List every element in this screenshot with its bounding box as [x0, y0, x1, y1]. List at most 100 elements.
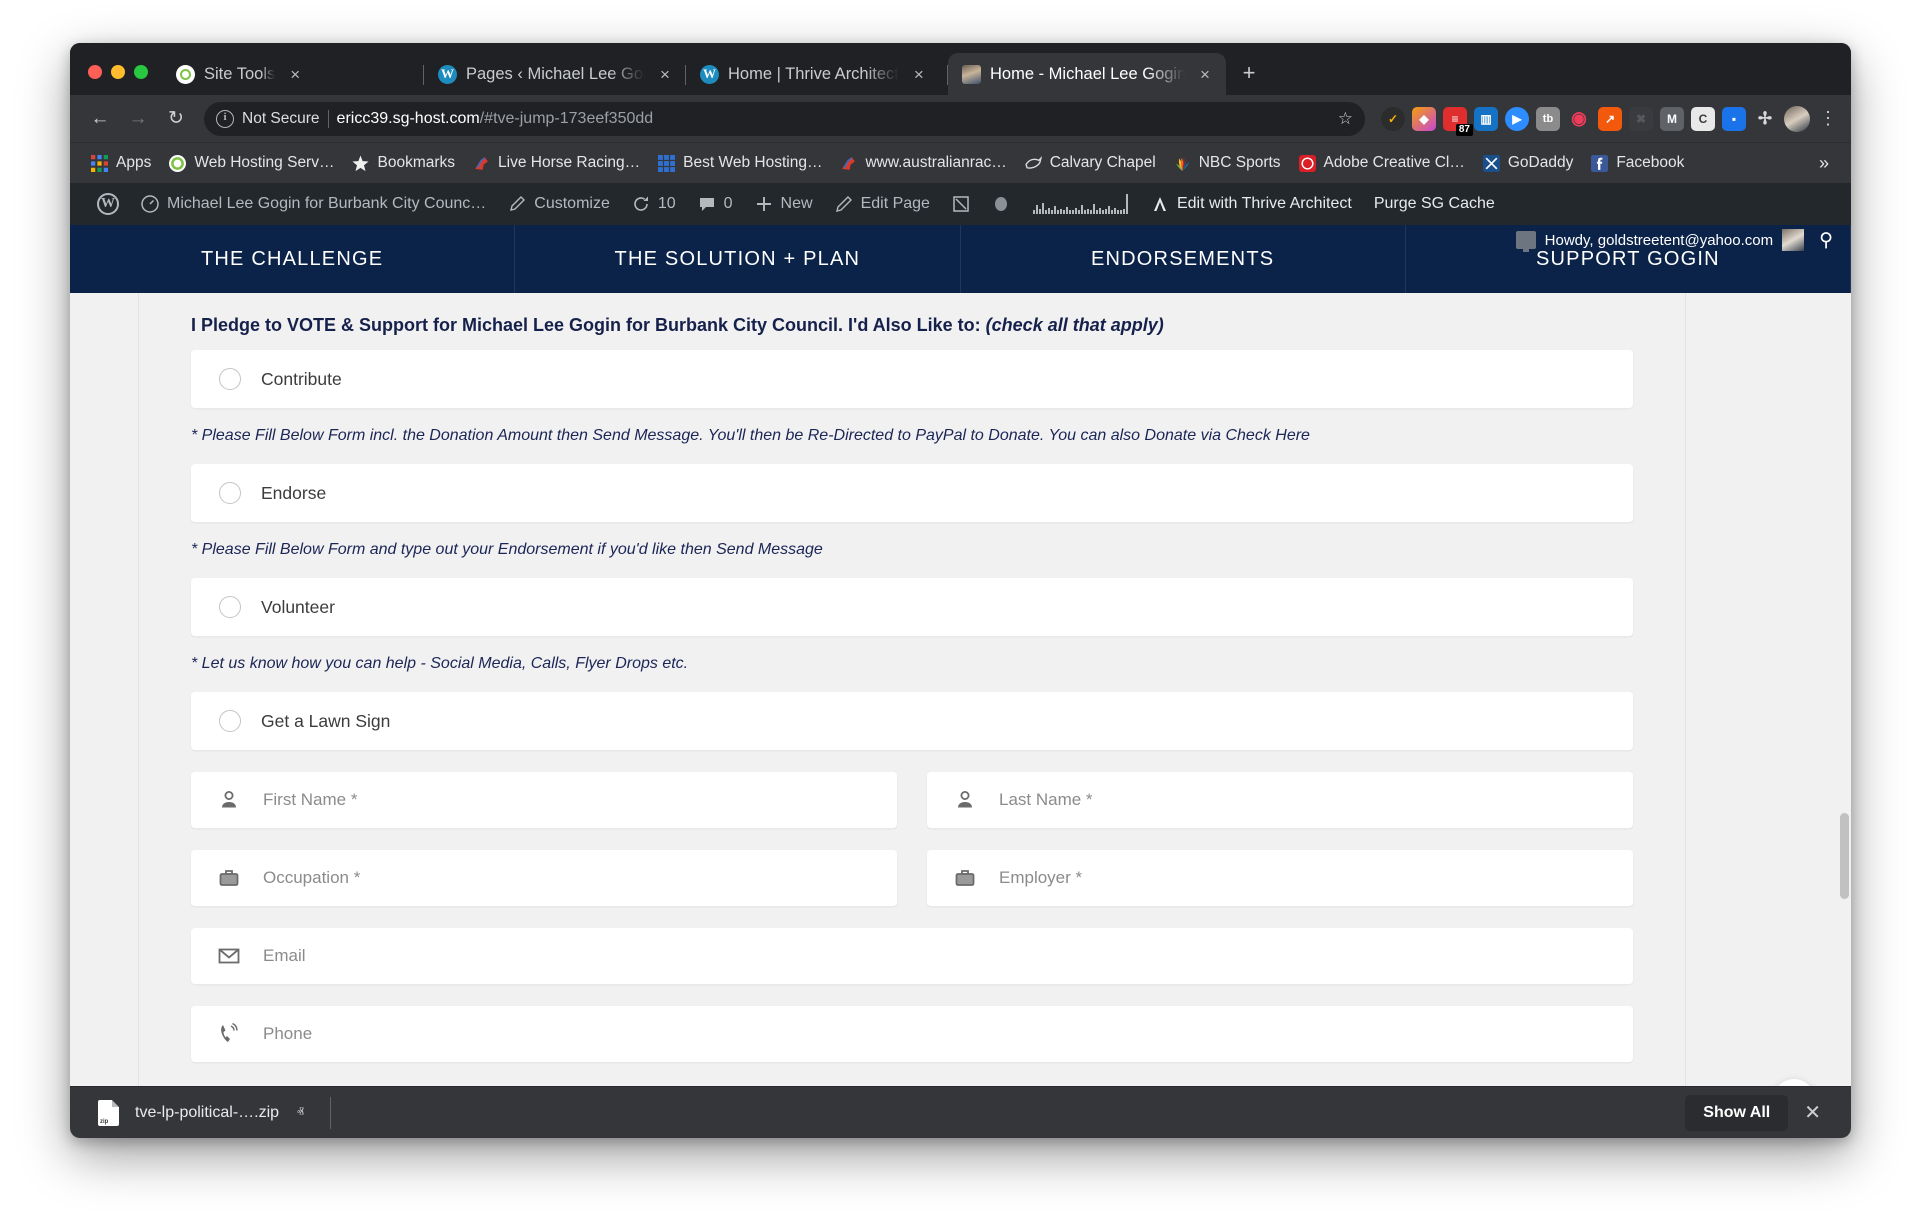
minimize-window-button[interactable] — [111, 65, 125, 79]
bookmark-calvary-chapel[interactable]: Calvary Chapel — [1016, 150, 1165, 176]
chrome-menu-icon[interactable]: ⋮ — [1817, 108, 1839, 129]
wp-new-menu[interactable]: New — [744, 195, 824, 213]
wp-site-name-menu[interactable]: Michael Lee Gogin for Burbank City Counc… — [130, 195, 497, 213]
bookmarks-bar: Apps Web Hosting Serv… Bookmarks Live Ho… — [70, 142, 1851, 183]
url-path: /#tve-jump-173eef350dd — [480, 110, 653, 127]
show-all-downloads-button[interactable]: Show All — [1685, 1095, 1788, 1131]
wp-customize-menu[interactable]: Customize — [497, 195, 621, 213]
close-icon[interactable]: × — [1194, 63, 1216, 85]
bookmark-australianracing[interactable]: www.australianrac… — [831, 150, 1015, 176]
bookmark-apps[interactable]: Apps — [82, 150, 160, 176]
bitly-icon[interactable]: ▪ — [1722, 107, 1746, 131]
apps-grid-icon — [91, 155, 108, 172]
radio-volunteer[interactable] — [219, 596, 241, 618]
employer-field[interactable]: Employer * — [927, 850, 1633, 906]
nav-item-the-solution-plan[interactable]: THE SOLUTION + PLAN — [515, 225, 960, 293]
tab-list: Site Tools × W Pages ‹ Michael Lee Gogin… — [162, 43, 1851, 95]
toolbox-icon[interactable]: tb — [1536, 107, 1560, 131]
yoast-icon — [952, 195, 970, 213]
close-icon[interactable]: ✕ — [1788, 1100, 1837, 1125]
tab-home-michael-lee-gogin[interactable]: Home - Michael Lee Gogin for … × — [948, 53, 1226, 95]
spiral-icon[interactable]: ◉ — [1567, 107, 1591, 131]
grammarly-icon[interactable]: ◆ — [1412, 107, 1436, 131]
gmail-icon[interactable]: M — [1660, 107, 1684, 131]
bookmark-nbc-sports[interactable]: NBC Sports — [1165, 150, 1290, 176]
wp-status-dot[interactable] — [981, 195, 1021, 213]
reload-button[interactable]: ↻ — [158, 101, 194, 137]
close-window-button[interactable] — [88, 65, 102, 79]
forward-button[interactable]: → — [120, 101, 156, 137]
first-name-field[interactable]: First Name * — [191, 772, 897, 828]
tab-title: Site Tools — [204, 65, 275, 84]
close-icon[interactable]: × — [654, 63, 676, 85]
wp-purge-cache-menu[interactable]: Purge SG Cache — [1363, 195, 1506, 213]
wp-updates-menu[interactable]: 10 — [621, 195, 687, 213]
bookmark-label: Best Web Hosting… — [683, 154, 822, 172]
option-row-contribute[interactable]: Contribute — [191, 350, 1633, 408]
download-divider — [330, 1097, 331, 1129]
new-tab-button[interactable]: + — [1232, 56, 1266, 90]
nav-item-endorsements[interactable]: ENDORSEMENTS — [961, 225, 1406, 293]
scrollbar-thumb[interactable] — [1840, 813, 1849, 899]
wp-edit-page-label: Edit Page — [861, 195, 930, 213]
tab-home-thrive-architect[interactable]: W Home | Thrive Architect × — [686, 53, 948, 95]
zoom-icon[interactable]: ▶ — [1505, 107, 1529, 131]
bookmark-godaddy[interactable]: GoDaddy — [1474, 150, 1582, 176]
wp-thrive-architect-menu[interactable]: Edit with Thrive Architect — [1140, 195, 1363, 213]
bookmark-web-hosting-services[interactable]: Web Hosting Serv… — [160, 150, 343, 176]
download-item[interactable]: tve-lp-political-….zip ⱏ — [84, 1094, 318, 1132]
info-icon[interactable]: i — [216, 110, 234, 128]
bookmark-facebook[interactable]: Facebook — [1582, 150, 1693, 176]
wunderlist-icon[interactable]: ≡87 — [1443, 107, 1467, 131]
bookmark-label: Bookmarks — [377, 154, 455, 172]
profile-avatar[interactable] — [1784, 106, 1810, 132]
wp-edit-page-menu[interactable]: Edit Page — [824, 195, 941, 213]
bookmark-adobe-creative-cloud[interactable]: Adobe Creative Cl… — [1290, 150, 1474, 176]
bookmark-label: www.australianrac… — [865, 154, 1006, 172]
back-button[interactable]: ← — [82, 101, 118, 137]
close-icon[interactable]: × — [284, 63, 306, 85]
email-field[interactable]: Email — [191, 928, 1633, 984]
bookmarks-overflow-icon[interactable]: » — [1809, 153, 1839, 174]
bookmark-live-horse-racing[interactable]: Live Horse Racing… — [464, 150, 649, 176]
last-name-field[interactable]: Last Name * — [927, 772, 1633, 828]
analytics-icon[interactable]: ↗ — [1598, 107, 1622, 131]
tab-strip: Site Tools × W Pages ‹ Michael Lee Gogin… — [70, 43, 1851, 95]
option-row-endorse[interactable]: Endorse — [191, 464, 1633, 522]
tab-pages-michael-lee-gogin[interactable]: W Pages ‹ Michael Lee Gogin for … × — [424, 53, 686, 95]
occupation-field[interactable]: Occupation * — [191, 850, 897, 906]
wp-comments-menu[interactable]: 0 — [687, 195, 744, 213]
bookmark-bookmarks[interactable]: Bookmarks — [343, 150, 464, 176]
bookmark-best-web-hosting[interactable]: Best Web Hosting… — [649, 150, 831, 176]
option-row-volunteer[interactable]: Volunteer — [191, 578, 1633, 636]
wp-yoast-menu[interactable] — [941, 195, 981, 213]
extensions-tray: ✓ ◆ ≡87 ▥ ▶ tb ◉ ↗ ✖ M C ▪ ✢ ⋮ — [1375, 106, 1839, 132]
disabled-icon[interactable]: ✖ — [1629, 107, 1653, 131]
wp-logo-menu[interactable]: W — [86, 193, 130, 215]
bookmark-star-icon[interactable]: ☆ — [1328, 109, 1353, 129]
howdy-label[interactable]: Howdy, goldstreetent@yahoo.com — [1545, 232, 1773, 249]
radio-contribute[interactable] — [219, 368, 241, 390]
wp-new-label: New — [781, 195, 813, 213]
radio-lawn-sign[interactable] — [219, 710, 241, 732]
extensions-puzzle-icon[interactable]: ✢ — [1753, 107, 1777, 131]
nav-item-the-challenge[interactable]: THE CHALLENGE — [70, 225, 515, 293]
thrive-logo-icon — [1151, 195, 1169, 213]
radio-endorse[interactable] — [219, 482, 241, 504]
download-shelf: tve-lp-political-….zip ⱏ Show All ✕ — [70, 1086, 1851, 1138]
todoist-icon[interactable]: ✓ — [1381, 107, 1405, 131]
tab-title: Pages ‹ Michael Lee Gogin for … — [466, 65, 645, 84]
search-icon[interactable]: ⚲ — [1813, 229, 1833, 252]
wp-purge-cache-label: Purge SG Cache — [1374, 195, 1495, 213]
chevron-up-icon[interactable]: ⱏ — [295, 1104, 304, 1121]
zoom-window-button[interactable] — [134, 65, 148, 79]
address-bar[interactable]: i Not Secure ericc39.sg-host.com/#tve-ju… — [204, 102, 1365, 136]
page-scrollbar[interactable] — [1837, 293, 1851, 1138]
trello-icon[interactable]: ▥ — [1474, 107, 1498, 131]
close-icon[interactable]: × — [908, 63, 930, 85]
tab-site-tools[interactable]: Site Tools × — [162, 53, 424, 95]
phone-icon — [217, 1022, 241, 1046]
option-row-lawn-sign[interactable]: Get a Lawn Sign — [191, 692, 1633, 750]
calendar-icon[interactable]: C — [1691, 107, 1715, 131]
phone-field[interactable]: Phone — [191, 1006, 1633, 1062]
